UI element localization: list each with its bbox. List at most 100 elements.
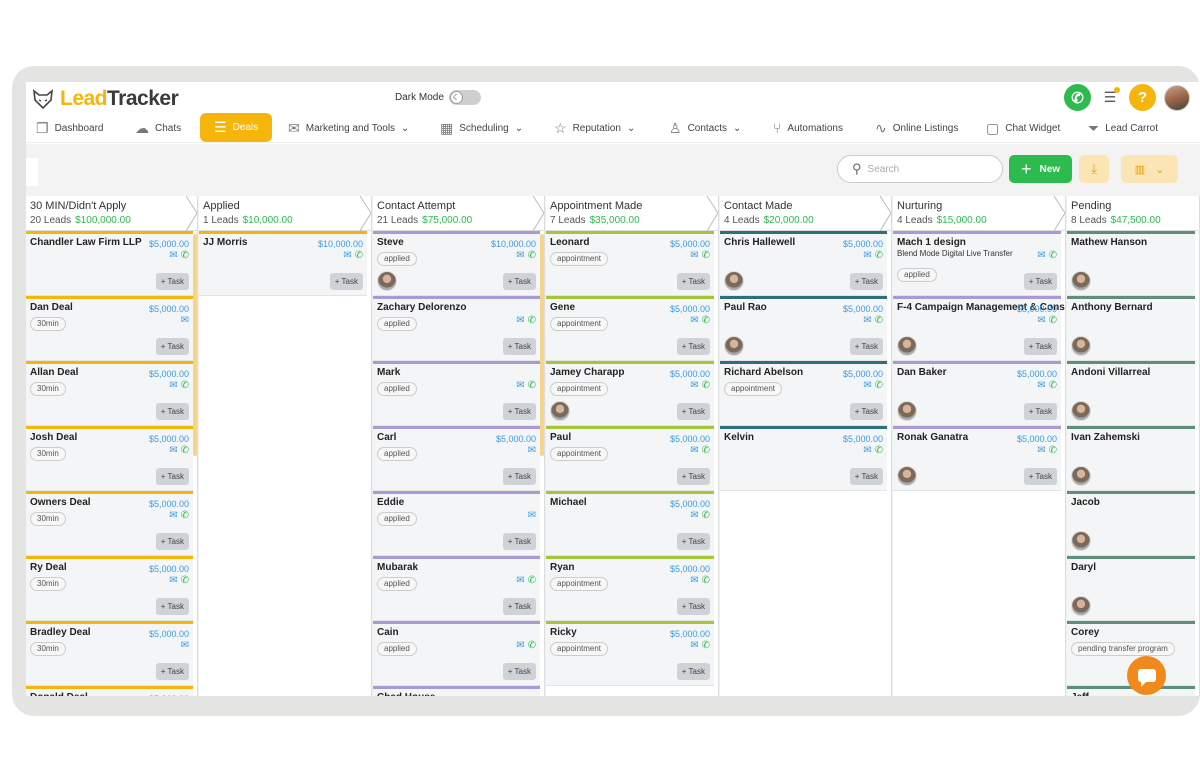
deal-card[interactable]: Cain ✉ ✆ applied + Task [373, 621, 540, 686]
phone-icon[interactable]: ✆ [702, 315, 710, 326]
deal-card[interactable]: Allan Deal $5,000.00 ✉ ✆ 30min + Task [26, 361, 193, 426]
phone-button[interactable]: ✆ [1064, 84, 1091, 111]
add-task-button[interactable]: + Task [155, 468, 189, 485]
deal-card[interactable]: Ry Deal $5,000.00 ✉ ✆ 30min + Task [26, 556, 193, 621]
chat-icon[interactable]: ✉ [169, 445, 177, 456]
dark-mode-toggle[interactable]: Dark Mode ☾ [395, 90, 481, 105]
add-task-button[interactable]: + Task [502, 598, 536, 615]
add-task-button[interactable]: + Task [155, 663, 189, 680]
add-task-button[interactable]: + Task [155, 338, 189, 355]
add-task-button[interactable]: + Task [676, 338, 710, 355]
add-task-button[interactable]: + Task [676, 533, 710, 550]
add-task-button[interactable]: + Task [1023, 338, 1057, 355]
deal-card[interactable]: Jamey Charapp $5,000.00 ✉ ✆ appointment + Tas… [546, 361, 714, 426]
deal-card[interactable]: Ivan Zahemski [1067, 426, 1195, 491]
nav-item-lead-carrot[interactable]: ⏷ Lead Carrot [1088, 113, 1158, 143]
phone-icon[interactable]: ✆ [181, 575, 189, 586]
deal-card[interactable]: Zachary Delorenzo ✉ ✆ applied + Task [373, 296, 540, 361]
phone-icon[interactable]: ✆ [181, 250, 189, 261]
add-task-button[interactable]: + Task [849, 468, 883, 485]
add-task-button[interactable]: + Task [676, 468, 710, 485]
phone-icon[interactable]: ✆ [528, 575, 536, 586]
chat-icon[interactable]: ✉ [863, 445, 871, 456]
phone-icon[interactable]: ✆ [875, 250, 883, 261]
chat-icon[interactable]: ✉ [690, 445, 698, 456]
chat-icon[interactable]: ✉ [516, 315, 524, 326]
phone-icon[interactable]: ✆ [702, 380, 710, 391]
nav-item-dashboard[interactable]: ❐ Dashboard [36, 113, 103, 143]
add-task-button[interactable]: + Task [155, 403, 189, 420]
nav-item-reputation[interactable]: ☆ Reputation ⌄ [554, 113, 635, 143]
deal-card[interactable]: Andoni Villarreal [1067, 361, 1195, 426]
contact-avatar[interactable] [897, 336, 917, 356]
phone-icon[interactable]: ✆ [1049, 445, 1057, 456]
deal-card[interactable]: Donald Deal $5,000.00 [26, 686, 193, 696]
nav-item-deals[interactable]: ☰ Deals [200, 113, 273, 142]
phone-icon[interactable]: ✆ [702, 575, 710, 586]
phone-icon[interactable]: ✆ [181, 510, 189, 521]
deal-card[interactable]: Ronak Ganatra $5,000.00 ✉ ✆ + Task [893, 426, 1061, 491]
phone-icon[interactable]: ✆ [875, 445, 883, 456]
deal-card[interactable]: Mark ✉ ✆ applied + Task [373, 361, 540, 426]
chat-icon[interactable]: ✉ [181, 315, 189, 326]
add-task-button[interactable]: + Task [849, 403, 883, 420]
chat-icon[interactable]: ✉ [690, 250, 698, 261]
chat-icon[interactable]: ✉ [516, 640, 524, 651]
add-task-button[interactable]: + Task [676, 663, 710, 680]
add-task-button[interactable]: + Task [1023, 273, 1057, 290]
column-header[interactable]: 30 MIN/Didn't Apply 20 Leads $100,000.00 [26, 196, 197, 231]
chat-icon[interactable]: ✉ [690, 380, 698, 391]
column-header[interactable]: Contact Made 4 Leads $20,000.00 [720, 196, 891, 231]
phone-icon[interactable]: ✆ [1049, 250, 1057, 261]
phone-icon[interactable]: ✆ [181, 445, 189, 456]
deal-card[interactable]: Ryan $5,000.00 ✉ ✆ appointment + Task [546, 556, 714, 621]
phone-icon[interactable]: ✆ [875, 380, 883, 391]
deal-card[interactable]: Mubarak ✉ ✆ applied + Task [373, 556, 540, 621]
contact-avatar[interactable] [1071, 531, 1091, 551]
chat-icon[interactable]: ✉ [169, 380, 177, 391]
deal-card[interactable]: Jacob [1067, 491, 1195, 556]
chat-icon[interactable]: ✉ [169, 250, 177, 261]
contact-avatar[interactable] [1071, 596, 1091, 616]
chat-icon[interactable]: ✉ [528, 510, 536, 521]
chat-icon[interactable]: ✉ [1037, 250, 1045, 261]
deal-card[interactable]: Eddie ✉ applied + Task [373, 491, 540, 556]
column-header[interactable]: Contact Attempt 21 Leads $75,000.00 [373, 196, 544, 231]
column-header[interactable]: Pending 8 Leads $47,500.00 [1067, 196, 1199, 231]
add-task-button[interactable]: + Task [502, 663, 536, 680]
phone-icon[interactable]: ✆ [528, 315, 536, 326]
contact-avatar[interactable] [550, 401, 570, 421]
chat-icon[interactable]: ✉ [690, 510, 698, 521]
chat-icon[interactable]: ✉ [516, 380, 524, 391]
phone-icon[interactable]: ✆ [1049, 380, 1057, 391]
chat-icon[interactable]: ✉ [863, 315, 871, 326]
add-task-button[interactable]: + Task [502, 273, 536, 290]
contact-avatar[interactable] [724, 336, 744, 356]
add-task-button[interactable]: + Task [502, 338, 536, 355]
column-scrollbar[interactable] [540, 234, 544, 456]
chat-icon[interactable]: ✉ [863, 380, 871, 391]
chat-icon[interactable]: ✉ [863, 250, 871, 261]
chat-icon[interactable]: ✉ [1037, 380, 1045, 391]
help-button[interactable]: ? [1129, 84, 1156, 111]
phone-icon[interactable]: ✆ [528, 380, 536, 391]
deal-card[interactable]: Kelvin $5,000.00 ✉ ✆ + Task [720, 426, 887, 491]
add-task-button[interactable]: + Task [155, 273, 189, 290]
add-task-button[interactable]: + Task [676, 403, 710, 420]
deal-card[interactable]: Chandler Law Firm LLP $5,000.00 ✉ ✆ + Task [26, 231, 193, 296]
column-header[interactable]: Nurturing 4 Leads $15,000.00 [893, 196, 1065, 231]
deal-card[interactable]: Mathew Hanson [1067, 231, 1195, 296]
deal-card[interactable]: Josh Deal $5,000.00 ✉ ✆ 30min + Task [26, 426, 193, 491]
contact-avatar[interactable] [377, 271, 397, 291]
deal-card[interactable]: Richard Abelson $5,000.00 ✉ ✆ appointment + T… [720, 361, 887, 426]
chat-icon[interactable]: ✉ [181, 640, 189, 651]
add-task-button[interactable]: + Task [329, 273, 363, 290]
chat-icon[interactable]: ✉ [169, 575, 177, 586]
deal-card[interactable]: Anthony Bernard [1067, 296, 1195, 361]
toggle-switch[interactable]: ☾ [448, 90, 481, 105]
chat-icon[interactable]: ✉ [516, 575, 524, 586]
chat-icon[interactable]: ✉ [1037, 445, 1045, 456]
phone-icon[interactable]: ✆ [355, 250, 363, 261]
add-task-button[interactable]: + Task [502, 533, 536, 550]
phone-icon[interactable]: ✆ [875, 315, 883, 326]
